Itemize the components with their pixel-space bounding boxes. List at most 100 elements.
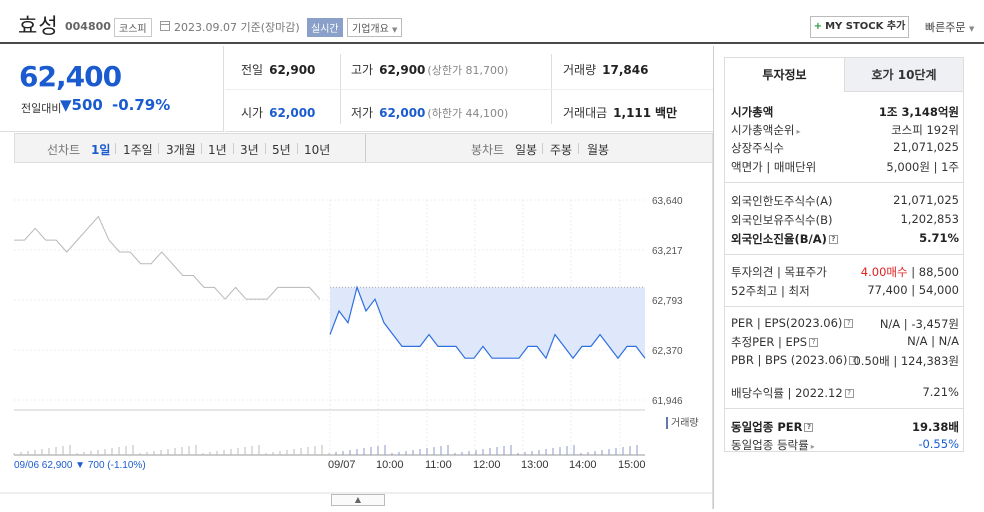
info-row: 외국인소진율(B/A)? 5.71% — [731, 231, 959, 247]
period-1y[interactable]: 1년 — [208, 141, 227, 158]
sector-change-value: -0.55% — [918, 437, 959, 451]
amount-value: 1,111 — [613, 106, 652, 120]
x-tick-label: 09/07 — [328, 459, 356, 471]
period-1d[interactable]: 1일 — [91, 141, 110, 158]
info-row: 외국인한도주식수(A) 21,071,025 — [731, 193, 959, 209]
sector-per-value: 19.38배 — [912, 420, 959, 434]
divider — [725, 408, 963, 409]
info-row: 추정PER | EPS? N/A | N/A — [731, 334, 959, 350]
divider — [725, 254, 963, 255]
current-price-box: 62,400 전일대비 ▼500 -0.79% — [0, 46, 224, 132]
52w-label: 52주최고 | 최저 — [731, 284, 810, 298]
help-icon[interactable]: ? — [844, 319, 854, 328]
market-cap-rank-value: 코스피 192위 — [891, 123, 959, 137]
separator — [578, 143, 579, 154]
info-row: PBR | BPS (2023.06)? 0.50배 | 124,383원 — [731, 353, 959, 369]
pbr-bps-label: PBR | BPS (2023.06)? — [731, 353, 859, 367]
separator — [265, 143, 266, 154]
open-label: 시가 — [241, 106, 264, 120]
opinion-label: 투자의견 | 목표주가 — [731, 265, 827, 279]
divider — [225, 89, 713, 90]
par-value-value: 5,000원 | 1주 — [886, 160, 959, 174]
y-tick-label: 62,370 — [652, 346, 683, 357]
mystock-label: MY STOCK 추가 — [825, 21, 906, 32]
price-change: ▼500 — [60, 96, 103, 114]
info-row[interactable]: 시가총액순위 ▸ 코스피 192위 — [731, 122, 959, 138]
per-eps-value: N/A | -3,457원 — [879, 317, 959, 331]
est-per-text: 추정PER | EPS — [731, 335, 808, 349]
high-value: 62,900 — [379, 63, 426, 77]
market-badge: 코스피 — [114, 18, 152, 37]
per-eps-label: PER | EPS(2023.06)? — [731, 316, 854, 330]
sector-per-text: 동일업종 PER — [731, 420, 803, 434]
y-tick-label: 62,793 — [652, 296, 683, 307]
high-label: 고가 — [351, 63, 374, 77]
candle-monthly[interactable]: 월봉 — [587, 141, 609, 158]
prev-day-summary: 09/06 62,900 ▼ 700 (-1.10%) — [14, 460, 146, 471]
x-tick-label: 11:00 — [425, 459, 452, 471]
per-eps-text: PER | EPS(2023.06) — [731, 316, 843, 330]
listed-shares-value: 21,071,025 — [893, 140, 959, 154]
period-10y[interactable]: 10년 — [304, 141, 330, 158]
foreign-exhaust-label: 외국인소진율(B/A)? — [731, 231, 838, 247]
realtime-button[interactable]: 실시간 — [307, 18, 343, 37]
par-value-label: 액면가 | 매매단위 — [731, 160, 817, 174]
info-row[interactable]: 동일업종 등락률 ▸ -0.55% — [731, 437, 959, 453]
tab-investment-info[interactable]: 투자정보 — [725, 58, 844, 92]
tab-order-book[interactable]: 호가 10단계 — [844, 58, 963, 92]
foreign-holding-value: 1,202,853 — [900, 212, 959, 226]
quick-order-label: 빠른주문 — [925, 21, 966, 34]
divider — [365, 134, 366, 162]
info-row: PER | EPS(2023.06)? N/A | -3,457원 — [731, 316, 959, 332]
help-icon[interactable]: ? — [809, 338, 819, 347]
upper-limit: (상한가 81,700) — [427, 64, 509, 77]
period-3y[interactable]: 3년 — [240, 141, 259, 158]
period-5y[interactable]: 5년 — [272, 141, 291, 158]
volume-label: 거래량 — [671, 417, 699, 429]
x-tick-label: 12:00 — [473, 459, 501, 471]
collapse-chart-button[interactable]: ▲ — [331, 494, 385, 506]
est-per-label: 추정PER | EPS? — [731, 334, 819, 350]
info-row: 상장주식수 21,071,025 — [731, 140, 959, 156]
price-chart[interactable]: 63,640 63,217 62,793 62,370 61,946 거래량 09/07 10… — [0, 163, 712, 509]
down-triangle-icon: ▼ — [60, 96, 72, 114]
calendar-icon — [160, 21, 170, 31]
x-tick-label: 14:00 — [569, 459, 597, 471]
company-overview-dropdown[interactable]: 기업개요 ▼ — [347, 18, 403, 37]
candle-weekly[interactable]: 주봉 — [550, 141, 572, 158]
company-overview-label: 기업개요 — [352, 24, 389, 35]
mystock-add-button[interactable]: + MY STOCK 추가 — [810, 16, 909, 38]
est-per-value: N/A | N/A — [907, 334, 959, 348]
separator — [158, 143, 159, 154]
open-value: 62,000 — [269, 106, 316, 120]
separator — [201, 143, 202, 154]
line-chart-label: 선차트 — [47, 143, 81, 157]
pbr-bps-value: 0.50배 | 124,383원 — [853, 354, 959, 368]
dividend-value: 7.21% — [922, 385, 959, 399]
quick-order-link[interactable]: 빠른주문 ▼ — [925, 19, 974, 35]
open-cell: 시가 62,000 — [241, 104, 315, 121]
separator — [542, 143, 543, 154]
divider — [725, 306, 963, 307]
volume-cell: 거래량 17,846 — [563, 61, 648, 78]
x-tick-label: 13:00 — [521, 459, 549, 471]
opinion-rating: 4.00매수 — [860, 265, 908, 279]
chevron-down-icon: ▼ — [392, 26, 398, 34]
pbr-bps-text: PBR | BPS (2023.06) — [731, 353, 848, 367]
opinion-value: 4.00매수 | 88,500 — [860, 265, 959, 279]
y-tick-label: 63,217 — [652, 246, 683, 257]
candle-chart-label: 봉차트 — [471, 143, 505, 157]
target-price: 88,500 — [918, 265, 959, 279]
lower-limit: (하한가 44,100) — [427, 107, 509, 120]
help-icon[interactable]: ? — [804, 423, 814, 432]
base-date: 2023.09.07 기준(장마감) — [174, 21, 300, 34]
stock-name: 효성 — [18, 14, 59, 38]
help-icon[interactable]: ? — [828, 235, 838, 244]
period-3m[interactable]: 3개월 — [166, 141, 196, 158]
low-label: 저가 — [351, 106, 374, 120]
period-1w[interactable]: 1주일 — [123, 141, 153, 158]
candle-daily[interactable]: 일봉 — [515, 141, 537, 158]
help-icon[interactable]: ? — [844, 389, 854, 398]
high-cell: 고가 62,900 (상한가 81,700) — [351, 61, 508, 78]
foreign-exhaust-text: 외국인소진율(B/A) — [731, 232, 827, 246]
